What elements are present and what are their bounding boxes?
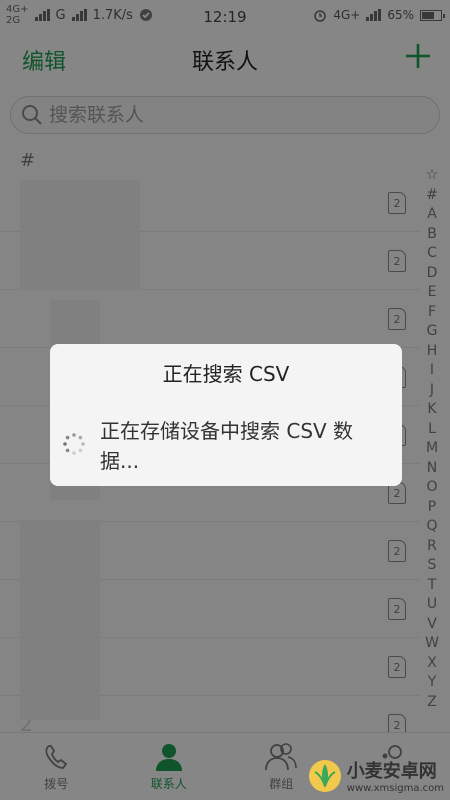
logo-icon	[308, 759, 341, 792]
loading-spinner-icon	[63, 433, 85, 455]
search-csv-dialog: 正在搜索 CSV 正在存储设备中搜索 CSV 数据...	[50, 344, 402, 486]
dialog-message: 正在存储设备中搜索 CSV 数据...	[100, 419, 354, 473]
site-watermark: 小麦安卓网 www.xmsigma.com	[307, 757, 444, 794]
watermark-url: www.xmsigma.com	[346, 783, 444, 794]
dialog-title: 正在搜索 CSV	[162, 362, 290, 386]
watermark-text: 小麦安卓网	[346, 761, 437, 782]
